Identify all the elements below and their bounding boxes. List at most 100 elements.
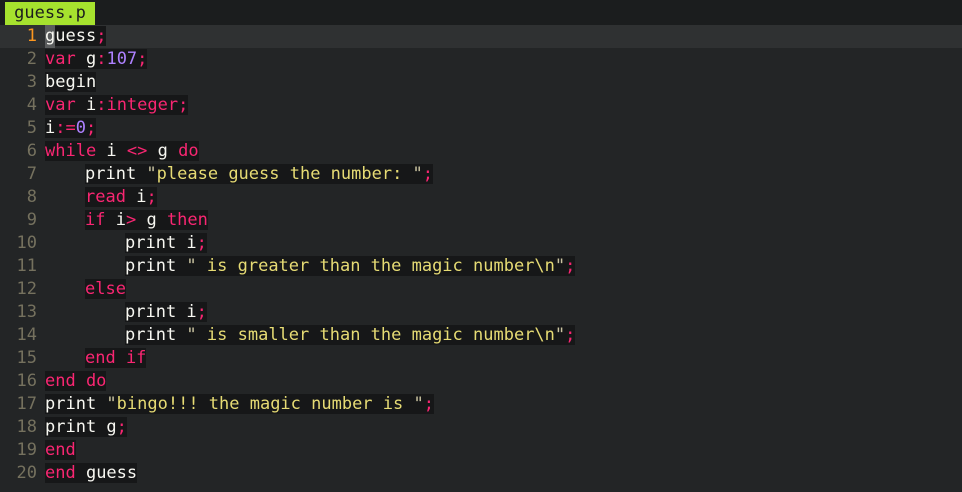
text-cursor: g [45, 25, 56, 48]
code-line[interactable]: 8 read i; [0, 186, 962, 209]
line-number: 11 [16, 256, 37, 276]
code-token: : [96, 49, 107, 69]
code-line[interactable]: 12 else [0, 278, 962, 301]
code-token: print g [45, 417, 117, 437]
code-token: g [136, 210, 167, 230]
code-token: " [146, 164, 157, 184]
code-line[interactable]: 18 print g; [0, 416, 962, 439]
code-line[interactable]: 7 print "please guess the number: "; [0, 163, 962, 186]
line-number: 9 [26, 210, 37, 230]
code-token: " [106, 394, 117, 414]
code-token: guess [45, 25, 97, 48]
code-token: " [186, 256, 197, 276]
line-code: print i; [125, 232, 207, 255]
line-code: print " is smaller than the magic number… [125, 324, 576, 347]
line-code: end do [45, 370, 107, 393]
line-code: print "please guess the number: "; [85, 163, 434, 186]
code-line[interactable]: 5 i:=0; [0, 117, 962, 140]
code-token: begin [45, 72, 97, 92]
code-token: ; [146, 187, 157, 207]
code-line[interactable]: 13 print i; [0, 301, 962, 324]
code-token: print [45, 394, 107, 414]
line-code: guess; [45, 25, 107, 48]
line-code: else [85, 278, 126, 301]
code-line[interactable]: 15 end if [0, 347, 962, 370]
code-token: please guess the number: [156, 164, 413, 184]
code-line[interactable]: 16 end do [0, 370, 962, 393]
code-token: bingo!!! the magic number is [116, 394, 414, 414]
code-line[interactable]: 6 while i <> g do [0, 140, 962, 163]
code-token: i [75, 95, 97, 115]
code-token: g [75, 49, 97, 69]
code-token: end do [45, 371, 107, 391]
line-code: var g:107; [45, 48, 148, 71]
line-number: 20 [16, 463, 37, 483]
code-token: do [178, 141, 199, 161]
code-token: ; [422, 164, 434, 184]
line-number: 17 [16, 394, 37, 414]
code-token: integer [106, 95, 179, 115]
code-token: <> [126, 141, 148, 161]
code-token: i [96, 141, 127, 161]
code-token: " [186, 325, 197, 345]
code-token: then [166, 210, 208, 230]
code-line[interactable]: 19 end [0, 439, 962, 462]
code-token: print i [125, 302, 197, 322]
code-token: end [45, 440, 76, 460]
line-number: 1 [26, 26, 37, 46]
code-token: g [147, 141, 179, 161]
code-token: " [554, 325, 566, 345]
code-token: is smaller than the magic number\n [196, 325, 555, 345]
code-line[interactable]: 17 print "bingo!!! the magic number is "; [0, 393, 962, 416]
code-token: print [125, 256, 187, 276]
code-token: ; [116, 417, 127, 437]
code-token: var [45, 49, 76, 69]
code-line[interactable]: 10 print i; [0, 232, 962, 255]
code-lines: 1 guess; 2 var g:107; 3 begin 4 var i:integer; 5… [0, 25, 962, 485]
code-line[interactable]: 14 print " is smaller than the magic numb… [0, 324, 962, 347]
line-number: 14 [16, 325, 37, 345]
line-number: 3 [26, 72, 37, 92]
editor-window: guess.p 1 guess; 2 var g:107; 3 begin 4 var i:i… [0, 0, 962, 492]
code-token: ; [423, 394, 434, 414]
line-code: end guess [45, 462, 138, 485]
code-token: while [45, 141, 97, 161]
code-token: " [413, 394, 424, 414]
code-line[interactable]: 20 end guess [0, 462, 962, 485]
code-line[interactable]: 1 guess; [0, 25, 962, 48]
line-number: 15 [16, 348, 37, 368]
code-line[interactable]: 3 begin [0, 71, 962, 94]
code-token: ; [137, 49, 148, 69]
code-token: end [45, 463, 76, 483]
tab-guess-p[interactable]: guess.p [5, 2, 95, 25]
code-token: read [85, 187, 126, 207]
line-number: 5 [26, 118, 37, 138]
line-code: print g; [45, 416, 127, 439]
code-token: 107 [106, 49, 138, 69]
code-token: ; [196, 233, 207, 253]
line-number: 4 [26, 95, 37, 115]
code-token: ; [196, 302, 207, 322]
code-token: i [125, 187, 147, 207]
code-line[interactable]: 11 print " is greater than the magic numb… [0, 255, 962, 278]
line-code: end if [85, 347, 147, 370]
code-editor[interactable]: 1 guess; 2 var g:107; 3 begin 4 var i:integer; 5… [0, 25, 962, 492]
line-number: 7 [26, 164, 37, 184]
line-code: while i <> g do [45, 140, 199, 163]
code-line[interactable]: 2 var g:107; [0, 48, 962, 71]
code-token: ; [85, 118, 97, 138]
code-token: ; [565, 256, 576, 276]
code-line[interactable]: 4 var i:integer; [0, 94, 962, 117]
code-token: print i [125, 233, 197, 253]
code-token: := [55, 118, 76, 138]
code-line[interactable]: 9 if i> g then [0, 209, 962, 232]
line-code: print "bingo!!! the magic number is "; [45, 393, 434, 416]
code-token: i [45, 118, 56, 138]
line-number: 10 [16, 233, 37, 253]
code-token: : [96, 95, 107, 115]
line-number: 12 [16, 279, 37, 299]
code-token: end if [85, 348, 147, 368]
code-token: > [125, 210, 137, 230]
line-code: var i:integer; [45, 94, 189, 117]
line-number: 16 [16, 371, 37, 391]
